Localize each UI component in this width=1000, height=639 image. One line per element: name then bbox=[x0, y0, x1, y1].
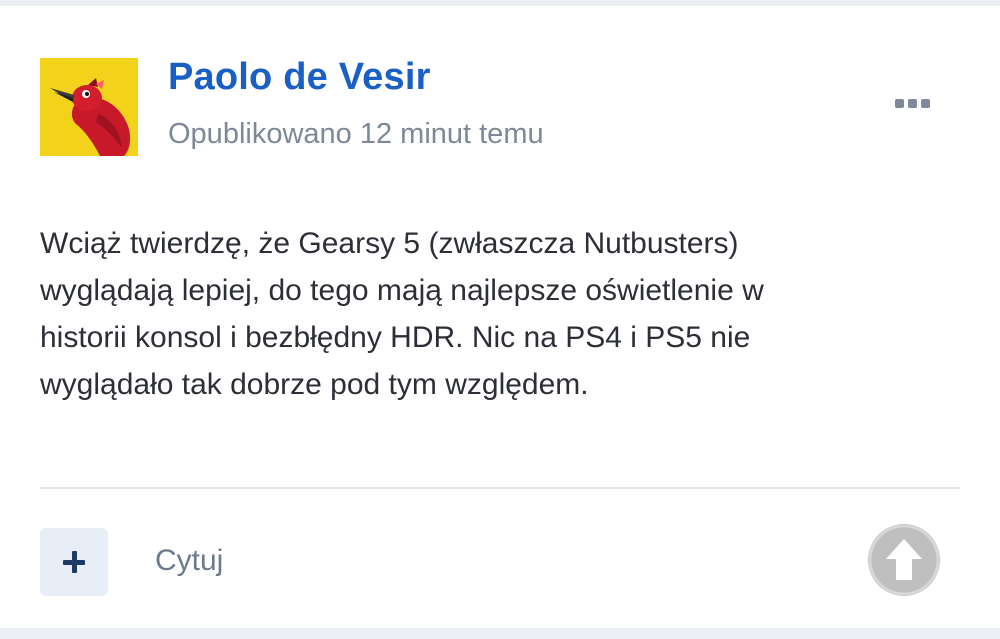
divider bbox=[40, 487, 960, 489]
quote-button[interactable]: Cytuj bbox=[155, 544, 223, 578]
arrow-up-icon bbox=[868, 524, 940, 596]
plus-icon bbox=[71, 551, 77, 573]
add-reaction-button[interactable] bbox=[40, 528, 108, 596]
author-name[interactable]: Paolo de Vesir bbox=[168, 56, 431, 99]
post-timestamp: Opublikowano 12 minut temu bbox=[168, 118, 544, 150]
ellipsis-icon bbox=[920, 98, 930, 108]
more-options-button[interactable] bbox=[885, 90, 939, 116]
avatar[interactable] bbox=[40, 58, 138, 156]
scroll-to-top-button[interactable] bbox=[868, 524, 940, 596]
ellipsis-icon bbox=[894, 98, 904, 108]
post-content: Wciąż twierdzę, że Gearsy 5 (zwłaszcza N… bbox=[40, 227, 764, 401]
ellipsis-icon bbox=[907, 98, 917, 108]
post-card: Paolo de Vesir Opublikowano 12 minut tem… bbox=[0, 6, 1000, 628]
red-bird-icon bbox=[40, 58, 138, 156]
